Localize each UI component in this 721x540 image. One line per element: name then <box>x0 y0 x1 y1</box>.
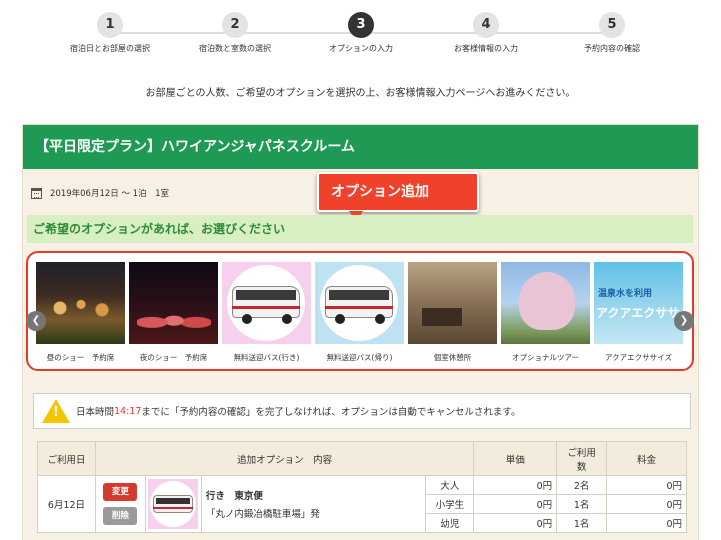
step-label: お客様情報の入力 <box>454 44 518 53</box>
options-banner: ご希望のオプションがあれば、お選びください <box>27 215 693 243</box>
option-label: 個室休憩所 <box>433 353 472 362</box>
option-label: 無料送迎バス(行き) <box>233 353 300 362</box>
plan-title: 【平日限定プラン】ハワイアンジャパネスクルーム <box>23 125 698 169</box>
bus-thumbnail <box>148 479 199 529</box>
progress-steps: 1 宿泊日とお部屋の選択 2 宿泊数と室数の選択 3 オプションの入力 4 お客… <box>0 10 721 58</box>
step-number: 3 <box>348 12 374 38</box>
line-fee: 0円 <box>606 475 687 495</box>
step-label: 宿泊日とお部屋の選択 <box>70 44 150 53</box>
option-aqua-exercise[interactable]: 温泉水を利用 アクアエクササイズ アクアエクササイズ <box>594 262 683 363</box>
table-row: 6月12日 変更 削除 行き 東京便 「丸ノ内鍛冶橋駐車場」発 大人 0円 2名… <box>37 475 687 533</box>
options-table: ご利用日 追加オプション 内容 単価 ご利用数 料金 6月12日 変更 削除 行… <box>37 441 687 533</box>
aqua-thumb-line2: アクアエクササイズ <box>596 306 683 320</box>
option-day-show[interactable]: 昼のショー 予約席 <box>36 262 125 363</box>
plan-panel: 【平日限定プラン】ハワイアンジャパネスクルーム 2019年06月12日 ～ 1泊… <box>22 124 699 540</box>
option-optional-tour[interactable]: オプショナルツアー <box>501 262 590 363</box>
options-carousel: 昼のショー 予約席 夜のショー 予約席 無料送迎バス(行き) 無料送迎バス(帰り… <box>26 251 694 371</box>
chevron-left-icon: ❮ <box>31 315 41 326</box>
option-bus-outbound[interactable]: 無料送迎バス(行き) <box>222 262 311 363</box>
step-1: 1 宿泊日とお部屋の選択 <box>50 12 170 54</box>
unit-price: 0円 <box>473 475 558 495</box>
header-count: ご利用数 <box>556 441 608 476</box>
carousel-next-button[interactable]: ❯ <box>674 311 694 331</box>
bus-thumbnail <box>315 262 404 344</box>
step-2: 2 宿泊数と室数の選択 <box>175 12 295 54</box>
change-button[interactable]: 変更 <box>103 483 138 501</box>
step-label: 予約内容の確認 <box>584 44 640 53</box>
header-content: 追加オプション 内容 <box>94 441 475 476</box>
unit-price: 0円 <box>473 513 558 533</box>
calendar-icon <box>31 187 42 199</box>
header-unit-price: 単価 <box>473 441 558 476</box>
passenger-count: 1名 <box>556 494 608 514</box>
line-fee: 0円 <box>606 494 687 514</box>
row-date: 6月12日 <box>37 475 96 533</box>
option-bus-return[interactable]: 無料送迎バス(帰り) <box>315 262 404 363</box>
bus-thumbnail <box>222 262 311 344</box>
header-date: ご利用日 <box>37 441 96 476</box>
passenger-count: 2名 <box>556 475 608 495</box>
passenger-type: 大人 <box>425 475 475 495</box>
day-show-thumbnail <box>36 262 125 344</box>
option-label: 無料送迎バス(帰り) <box>326 353 393 362</box>
row-actions: 変更 削除 <box>94 475 146 533</box>
step-label: 宿泊数と室数の選択 <box>199 44 271 53</box>
delete-button[interactable]: 削除 <box>103 507 138 525</box>
aqua-thumb-line1: 温泉水を利用 <box>598 289 653 299</box>
chevron-right-icon: ❯ <box>679 315 689 326</box>
option-label: オプショナルツアー <box>511 353 580 362</box>
aqua-thumbnail: 温泉水を利用 アクアエクササイズ <box>594 262 683 344</box>
table-header-row: ご利用日 追加オプション 内容 単価 ご利用数 料金 <box>37 441 687 476</box>
header-fee: 料金 <box>606 441 687 476</box>
carousel-prev-button[interactable]: ❮ <box>26 311 46 331</box>
step-number: 4 <box>473 12 499 38</box>
row-thumbnail <box>144 475 202 533</box>
stay-date: 2019年06月12日 ～ 1泊 1室 <box>50 189 169 199</box>
notice-before: 日本時間 <box>76 407 115 418</box>
tour-thumbnail <box>501 262 590 344</box>
passenger-count: 1名 <box>556 513 608 533</box>
notice-after: までに「予約内容の確認」を完了しなければ、オプションは自動でキャンセルされます。 <box>141 407 521 418</box>
step-number: 2 <box>222 12 248 38</box>
step-4: 4 お客様情報の入力 <box>426 12 546 54</box>
step-number: 5 <box>599 12 625 38</box>
option-night-show[interactable]: 夜のショー 予約席 <box>129 262 218 363</box>
cancel-notice: ! 日本時間 14:17 までに「予約内容の確認」を完了しなければ、オプションは自動… <box>33 393 691 429</box>
stay-date-row: 2019年06月12日 ～ 1泊 1室 <box>31 187 169 199</box>
notice-time: 14:17 <box>114 405 142 417</box>
add-option-callout: オプション追加 <box>317 172 479 212</box>
row-title: 行き 東京便 <box>205 491 263 502</box>
passenger-type: 幼児 <box>425 513 475 533</box>
row-description: 行き 東京便 「丸ノ内鍛冶橋駐車場」発 <box>200 475 427 533</box>
lounge-thumbnail <box>408 262 497 344</box>
option-label: アクアエクササイズ <box>605 353 672 362</box>
intro-text: お部屋ごとの人数、ご希望のオプションを選択の上、お客様情報入力ページへお進みくだ… <box>145 88 576 99</box>
option-label: 夜のショー 予約席 <box>139 353 208 362</box>
row-subtitle: 「丸ノ内鍛冶橋駐車場」発 <box>205 509 320 520</box>
warning-icon: ! <box>42 399 70 423</box>
passenger-type: 小学生 <box>425 494 475 514</box>
step-label: オプションの入力 <box>329 44 393 53</box>
step-5: 5 予約内容の確認 <box>552 12 672 54</box>
unit-price: 0円 <box>473 494 558 514</box>
option-private-lounge[interactable]: 個室休憩所 <box>408 262 497 363</box>
line-fee: 0円 <box>606 513 687 533</box>
step-number: 1 <box>97 12 123 38</box>
option-label: 昼のショー 予約席 <box>46 353 115 362</box>
step-3-current: 3 オプションの入力 <box>301 12 421 54</box>
night-show-thumbnail <box>129 262 218 344</box>
